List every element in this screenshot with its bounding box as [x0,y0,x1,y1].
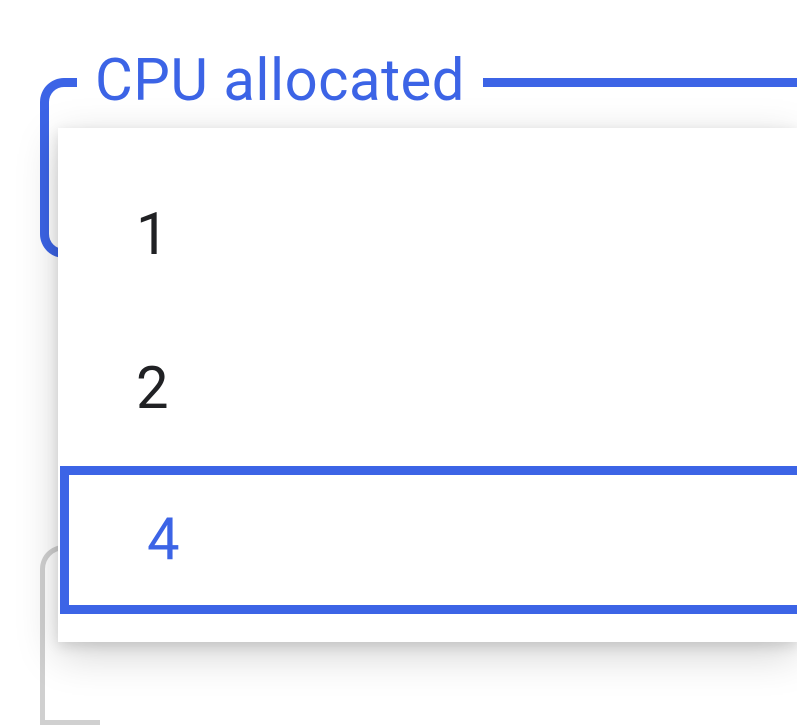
dropdown-option-2[interactable]: 2 [58,312,797,466]
dropdown-option-4[interactable]: 4 [60,466,797,614]
field-label: CPU allocated [77,47,483,115]
cpu-dropdown-panel: 1 2 4 [58,128,797,642]
dropdown-option-1[interactable]: 1 [58,158,797,312]
